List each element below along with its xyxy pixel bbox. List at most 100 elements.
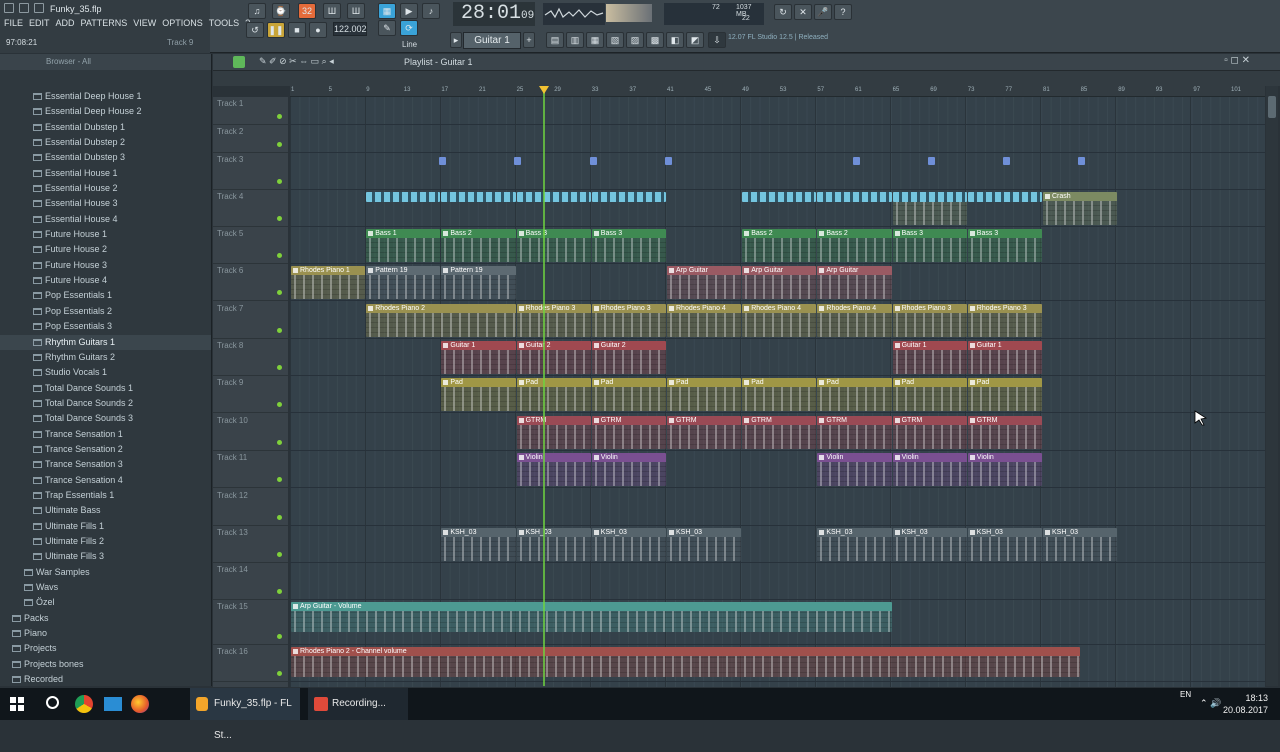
blend-notes-icon[interactable]: ♪ bbox=[422, 3, 440, 19]
fx-marker-clip[interactable] bbox=[439, 157, 447, 165]
browser-item[interactable]: Piano bbox=[0, 626, 211, 641]
playlist-clip[interactable]: Bass 3 bbox=[591, 229, 666, 262]
chrome-icon[interactable] bbox=[75, 695, 93, 713]
browser-item[interactable]: Essential Dubstep 1 bbox=[0, 120, 211, 135]
minimize-icon[interactable] bbox=[4, 3, 14, 13]
playlist-clip[interactable]: Pattern 19 bbox=[366, 266, 441, 299]
track-mute-led-icon[interactable] bbox=[277, 671, 282, 676]
browser-item[interactable]: Trance Sensation 4 bbox=[0, 473, 211, 488]
track-header[interactable]: Track 6 bbox=[213, 264, 288, 301]
playlist-clip[interactable]: Pad bbox=[817, 378, 892, 411]
track-mute-led-icon[interactable] bbox=[277, 253, 282, 258]
browser-item[interactable]: Özel bbox=[0, 595, 211, 610]
snap-icon[interactable] bbox=[233, 56, 245, 68]
track-mute-led-icon[interactable] bbox=[277, 515, 282, 520]
taskbar-fl-studio[interactable]: Funky_35.flp - FL St... bbox=[190, 688, 300, 741]
drum-pattern-clip[interactable] bbox=[742, 192, 817, 202]
browser-item[interactable]: Pop Essentials 3 bbox=[0, 319, 211, 334]
pattern-mode-icon[interactable]: ♫ bbox=[248, 3, 266, 19]
menu-options[interactable]: OPTIONS bbox=[162, 18, 203, 28]
playlist-clip[interactable]: GTRM bbox=[967, 416, 1042, 449]
playlist-clip[interactable]: Rhodes Piano 3 bbox=[591, 304, 666, 337]
drum-pattern-clip[interactable] bbox=[591, 192, 666, 202]
playlist-clip[interactable]: Pattern 19 bbox=[441, 266, 516, 299]
track-lane[interactable] bbox=[290, 97, 1265, 125]
piano-roll-icon[interactable]: ▥ bbox=[566, 32, 584, 48]
playlist-clip[interactable]: Guitar 2 bbox=[516, 341, 591, 374]
browser-item[interactable]: Future House 1 bbox=[0, 227, 211, 242]
browser-item[interactable]: Essential House 3 bbox=[0, 196, 211, 211]
browser-item[interactable]: Essential House 1 bbox=[0, 166, 211, 181]
scroll-thumb[interactable] bbox=[1268, 96, 1276, 118]
track-mute-led-icon[interactable] bbox=[277, 290, 282, 295]
project-info-icon[interactable]: ◧ bbox=[666, 32, 684, 48]
playlist-clip[interactable]: Guitar 1 bbox=[892, 341, 967, 374]
close-icon[interactable] bbox=[34, 3, 44, 13]
playlist-clip[interactable]: KSH_03 bbox=[967, 528, 1042, 561]
mixer-icon[interactable]: ▧ bbox=[606, 32, 624, 48]
playlist-clip[interactable]: GTRM bbox=[591, 416, 666, 449]
vertical-scrollbar[interactable] bbox=[1266, 86, 1278, 686]
drum-pattern-clip[interactable] bbox=[967, 192, 1042, 202]
fx-marker-clip[interactable] bbox=[664, 157, 672, 165]
fx-marker-clip[interactable] bbox=[1078, 157, 1086, 165]
track-mute-led-icon[interactable] bbox=[277, 179, 282, 184]
fx-marker-clip[interactable] bbox=[852, 157, 860, 165]
fx-marker-clip[interactable] bbox=[1003, 157, 1011, 165]
countdown-icon[interactable]: Ш bbox=[347, 3, 365, 19]
track-header[interactable]: Track 10 bbox=[213, 414, 288, 451]
help-icon[interactable]: ? bbox=[834, 4, 852, 20]
playlist-clip[interactable]: KSH_03 bbox=[817, 528, 892, 561]
track-mute-led-icon[interactable] bbox=[277, 114, 282, 119]
browser-item[interactable]: Trance Sensation 3 bbox=[0, 457, 211, 472]
playlist-clip[interactable]: Violin bbox=[967, 453, 1042, 486]
playlist-clip[interactable]: Rhodes Piano 3 bbox=[967, 304, 1042, 337]
track-lane[interactable] bbox=[290, 451, 1265, 488]
playlist-clip[interactable]: Rhodes Piano 1 bbox=[291, 266, 366, 299]
track-mute-led-icon[interactable] bbox=[277, 552, 282, 557]
drum-pattern-clip[interactable] bbox=[441, 192, 516, 202]
browser-item[interactable]: Studio Vocals 1 bbox=[0, 365, 211, 380]
windows-start-icon[interactable] bbox=[10, 697, 24, 711]
restore-icon[interactable] bbox=[19, 3, 29, 13]
track-header[interactable]: Track 9 bbox=[213, 376, 288, 413]
playlist-clip[interactable]: Arp Guitar - Volume bbox=[291, 602, 892, 632]
link-icon[interactable]: ⟳ bbox=[400, 20, 418, 36]
step-edit-icon[interactable]: ▶ bbox=[400, 3, 418, 19]
channel-rack-icon[interactable]: ▦ bbox=[586, 32, 604, 48]
playlist-clip[interactable]: Bass 2 bbox=[817, 229, 892, 262]
fx-marker-clip[interactable] bbox=[514, 157, 522, 165]
file-explorer-icon[interactable] bbox=[104, 697, 122, 711]
playlist-clip[interactable]: Rhodes Piano 2 bbox=[366, 304, 516, 337]
playlist-clip[interactable]: Crash bbox=[1043, 192, 1118, 225]
track-header[interactable]: Track 13 bbox=[213, 526, 288, 563]
playlist-clip[interactable]: Rhodes Piano 4 bbox=[667, 304, 742, 337]
playlist-clip[interactable]: Pad bbox=[516, 378, 591, 411]
browser-item[interactable]: Ultimate Fills 3 bbox=[0, 549, 211, 564]
menu-patterns[interactable]: PATTERNS bbox=[81, 18, 128, 28]
browser-icon[interactable]: ▩ bbox=[646, 32, 664, 48]
fx-marker-clip[interactable] bbox=[589, 157, 597, 165]
browser-item[interactable]: Future House 2 bbox=[0, 242, 211, 257]
playlist-clip[interactable]: Pad bbox=[667, 378, 742, 411]
track-mute-led-icon[interactable] bbox=[277, 589, 282, 594]
loop-icon[interactable]: ↺ bbox=[246, 22, 264, 38]
track-mute-led-icon[interactable] bbox=[277, 477, 282, 482]
record-button[interactable]: ● bbox=[309, 22, 327, 38]
menu-edit[interactable]: EDIT bbox=[29, 18, 50, 28]
track-lane[interactable] bbox=[290, 339, 1265, 376]
track-header[interactable]: Track 7 bbox=[213, 302, 288, 339]
playlist-grid[interactable]: CrashCrashBass 1Bass 2Bass 3Bass 3Bass 2… bbox=[290, 97, 1265, 687]
playlist-clip[interactable]: Violin bbox=[591, 453, 666, 486]
browser-item[interactable]: Trance Sensation 2 bbox=[0, 442, 211, 457]
browser-item[interactable]: Total Dance Sounds 3 bbox=[0, 411, 211, 426]
drum-pattern-clip[interactable] bbox=[516, 192, 591, 202]
playlist-clip[interactable]: KSH_03 bbox=[892, 528, 967, 561]
browser-item[interactable]: Trap Essentials 1 bbox=[0, 488, 211, 503]
playlist-clip[interactable]: Guitar 2 bbox=[591, 341, 666, 374]
browser-item[interactable]: Total Dance Sounds 1 bbox=[0, 381, 211, 396]
track-mute-led-icon[interactable] bbox=[277, 440, 282, 445]
browser-item[interactable]: Total Dance Sounds 2 bbox=[0, 396, 211, 411]
track-header[interactable]: Track 3 bbox=[213, 153, 288, 190]
playlist-clip[interactable]: Violin bbox=[892, 453, 967, 486]
